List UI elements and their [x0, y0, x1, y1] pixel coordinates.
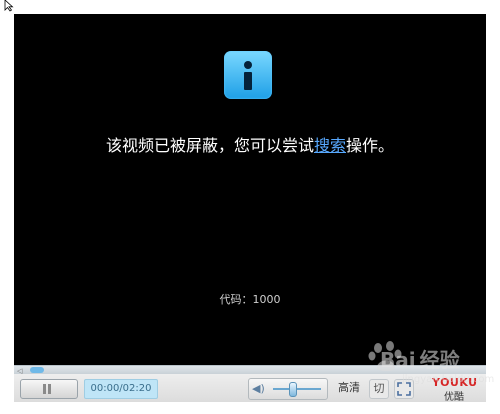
- video-player: 该视频已被屏蔽，您可以尝试搜索操作。 代码：1000 ◁ 00:00/02:20…: [14, 14, 486, 402]
- speaker-icon[interactable]: ◀): [252, 383, 266, 395]
- pause-icon: [43, 384, 51, 394]
- control-bar: ◁ 00:00/02:20 ◀) 高清 切 YOUKU 优酷: [14, 365, 486, 402]
- message-text-after: 操作。: [346, 136, 395, 155]
- fullscreen-button[interactable]: [394, 379, 414, 399]
- youku-logo-cn: 优酷: [444, 392, 464, 402]
- blocked-message: 该视频已被屏蔽，您可以尝试搜索操作。: [14, 134, 486, 158]
- info-icon: [224, 51, 272, 99]
- cut-button[interactable]: 切: [369, 379, 389, 399]
- volume-track[interactable]: [273, 388, 321, 390]
- pause-button[interactable]: [20, 379, 78, 399]
- youku-logo[interactable]: YOUKU 优酷: [432, 376, 480, 402]
- fullscreen-icon: [397, 382, 411, 396]
- mouse-cursor-icon: [4, 0, 14, 12]
- error-code: 代码：1000: [219, 293, 281, 306]
- message-text-before: 该视频已被屏蔽，您可以尝试: [105, 136, 314, 155]
- search-link[interactable]: 搜索: [314, 136, 346, 155]
- progress-bar[interactable]: ◁: [14, 365, 486, 375]
- volume-control[interactable]: ◀): [248, 378, 328, 400]
- volume-thumb[interactable]: [289, 382, 297, 397]
- blocked-message-area: 该视频已被屏蔽，您可以尝试搜索操作。 代码：1000: [14, 14, 486, 365]
- progress-thumb[interactable]: [30, 367, 44, 373]
- time-display: 00:00/02:20: [84, 379, 158, 399]
- progress-start-icon: ◁: [17, 367, 23, 375]
- quality-button[interactable]: 高清: [332, 378, 366, 398]
